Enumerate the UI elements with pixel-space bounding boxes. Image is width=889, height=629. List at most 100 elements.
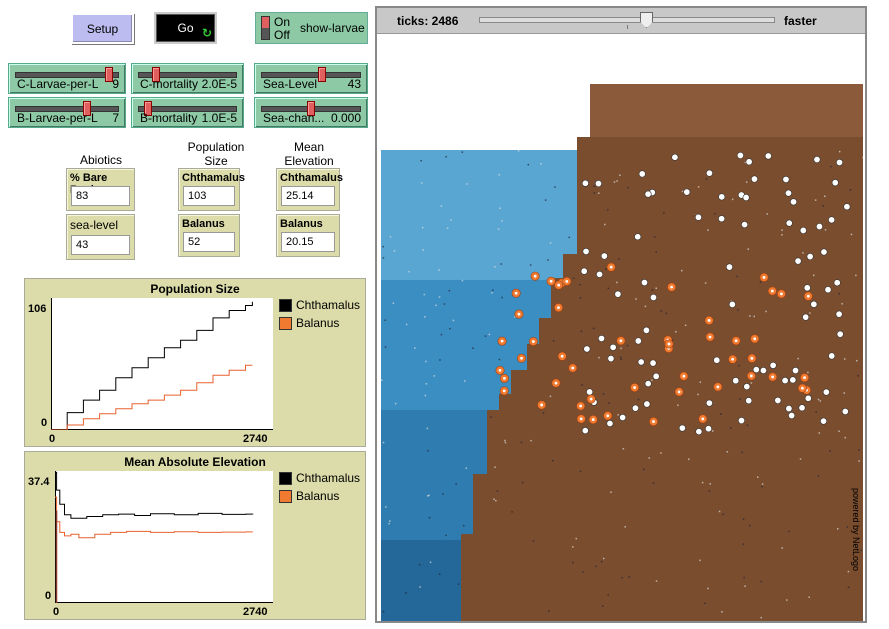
speckle bbox=[498, 174, 500, 176]
speckle bbox=[446, 227, 449, 230]
elev-balanus-monitor: Balanus 20.15 bbox=[276, 214, 340, 257]
b-larvae-slider[interactable]: B-Larvae-per-L 7 bbox=[8, 97, 126, 128]
speckle bbox=[490, 416, 492, 418]
legend-item-balanus: Balanus bbox=[279, 316, 339, 330]
speckle bbox=[838, 150, 841, 153]
chthamalus-barnacle bbox=[745, 397, 753, 405]
speckle bbox=[726, 451, 729, 453]
chthamalus-barnacle bbox=[785, 405, 793, 413]
monitor-value: 52 bbox=[183, 232, 235, 252]
chthamalus-barnacle bbox=[743, 383, 751, 391]
c-larvae-slider[interactable]: C-Larvae-per-L 9 bbox=[8, 63, 126, 94]
speed-knob[interactable] bbox=[640, 12, 653, 28]
speckle bbox=[607, 594, 609, 596]
pop-chthamalus-monitor: Chthamalus 103 bbox=[178, 168, 245, 211]
speckle bbox=[711, 430, 714, 432]
balanus-center bbox=[677, 390, 681, 394]
chthamalus-barnacle bbox=[788, 412, 796, 420]
speckle bbox=[655, 580, 658, 582]
balanus-center bbox=[619, 339, 623, 343]
speckle bbox=[654, 236, 656, 238]
legend-label: Chthamalus bbox=[296, 298, 361, 312]
slider-knob[interactable] bbox=[318, 67, 326, 82]
speckle bbox=[660, 452, 662, 454]
speckle bbox=[799, 458, 802, 460]
speckle bbox=[862, 156, 863, 159]
speckle bbox=[847, 570, 850, 573]
show-larvae-switch[interactable]: On Off show-larvae bbox=[255, 12, 368, 44]
speckle bbox=[440, 205, 443, 207]
speckle bbox=[498, 358, 501, 361]
switch-toggle[interactable] bbox=[261, 16, 270, 40]
chthamalus-barnacle bbox=[836, 330, 844, 338]
speckle bbox=[511, 511, 513, 513]
speckle bbox=[392, 302, 395, 304]
go-button[interactable]: Go ↻ bbox=[154, 12, 217, 44]
speckle bbox=[542, 412, 545, 414]
speckle bbox=[520, 441, 523, 444]
slider-label: Sea-Level bbox=[263, 77, 318, 91]
balanus-center bbox=[500, 339, 504, 343]
legend-item-chthamalus: Chthamalus bbox=[279, 298, 360, 312]
speckle bbox=[494, 466, 496, 468]
speckle bbox=[624, 526, 626, 528]
slider-value: 9 bbox=[112, 77, 119, 91]
balanus-center bbox=[707, 319, 711, 322]
speckle bbox=[418, 563, 421, 566]
balanus-center bbox=[502, 389, 506, 393]
chthamalus-barnacle bbox=[737, 417, 745, 425]
speckle bbox=[421, 226, 424, 229]
speckle bbox=[593, 192, 596, 194]
speckle bbox=[547, 259, 549, 261]
speckle bbox=[449, 327, 451, 330]
plot-background bbox=[51, 298, 273, 430]
speckle bbox=[781, 547, 783, 549]
population-plot-area bbox=[51, 298, 273, 430]
slider-value: 43 bbox=[347, 77, 361, 91]
speckle bbox=[829, 450, 831, 452]
speckle bbox=[759, 281, 762, 283]
slider-value: 1.0E-5 bbox=[201, 111, 237, 125]
speckle bbox=[660, 310, 662, 312]
speckle bbox=[572, 546, 574, 548]
speckle bbox=[815, 411, 817, 413]
speckle bbox=[844, 436, 847, 439]
speckle bbox=[388, 522, 390, 525]
speckle bbox=[488, 333, 491, 336]
setup-button[interactable]: Setup bbox=[71, 13, 134, 44]
speckle bbox=[681, 190, 684, 193]
speckle bbox=[760, 616, 763, 619]
balanus-center bbox=[540, 403, 544, 407]
balanus-center bbox=[716, 385, 720, 389]
sea-level-slider[interactable]: Sea-Level 43 bbox=[254, 63, 368, 94]
speckle bbox=[598, 356, 600, 359]
chthamalus-barnacle bbox=[784, 189, 792, 197]
speckle bbox=[429, 561, 432, 564]
balanus-center bbox=[633, 386, 637, 389]
speckle bbox=[841, 303, 843, 305]
speckle bbox=[495, 499, 497, 502]
chthamalus-barnacle bbox=[806, 253, 814, 261]
slider-label: Sea-chan... bbox=[263, 111, 325, 125]
c-mortality-slider[interactable]: C-mortality 2.0E-5 bbox=[131, 63, 244, 94]
chthamalus-barnacle bbox=[705, 425, 713, 433]
x-min-label: 0 bbox=[53, 606, 60, 618]
speckle bbox=[635, 298, 637, 300]
switch-off-label: Off bbox=[274, 28, 290, 42]
monitor-label: Chthamalus bbox=[182, 172, 245, 184]
speed-slider[interactable] bbox=[479, 17, 775, 23]
speckle bbox=[385, 506, 387, 508]
speckle bbox=[496, 490, 499, 492]
sea-change-slider[interactable]: Sea-chan... 0.000 bbox=[254, 97, 368, 128]
speckle bbox=[448, 289, 451, 292]
b-mortality-slider[interactable]: B-mortality 1.0E-5 bbox=[131, 97, 244, 128]
chthamalus-barnacle bbox=[824, 286, 832, 294]
speckle bbox=[389, 236, 392, 238]
chthamalus-barnacle bbox=[799, 226, 807, 234]
speckle bbox=[610, 491, 612, 494]
balanus-center bbox=[520, 356, 523, 360]
speckle bbox=[462, 524, 465, 527]
speckle bbox=[814, 199, 817, 201]
balanus-center bbox=[701, 417, 705, 421]
speckle bbox=[677, 404, 679, 407]
